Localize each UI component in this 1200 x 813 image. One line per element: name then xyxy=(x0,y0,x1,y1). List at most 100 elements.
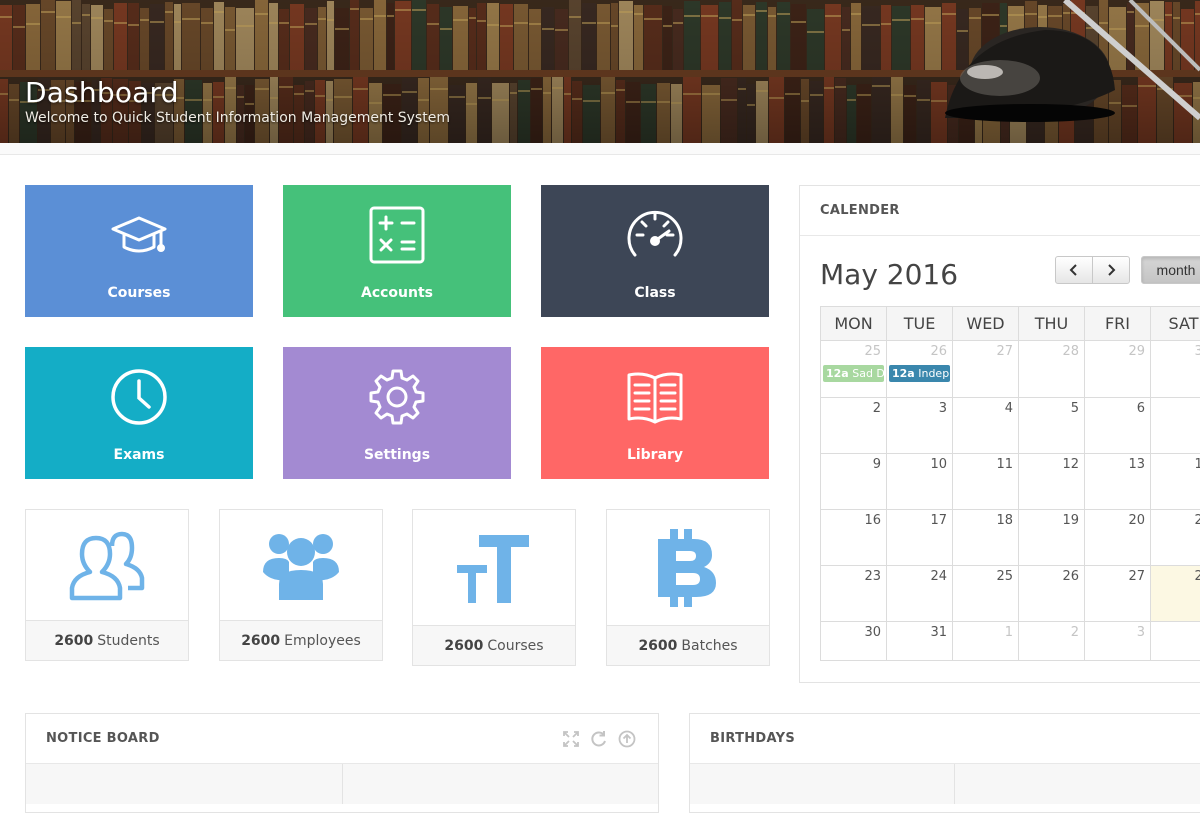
calendar-day[interactable]: 3 xyxy=(1085,622,1151,661)
weekday-header: FRI xyxy=(1085,307,1151,341)
calendar-day[interactable]: 25 xyxy=(953,566,1019,622)
batches-count: 2600 xyxy=(638,638,677,654)
employees-stat[interactable]: 2600 Employees xyxy=(219,509,383,661)
calendar-day[interactable]: 12 xyxy=(1019,454,1085,510)
clock-icon xyxy=(109,367,169,427)
exams-tile[interactable]: Exams xyxy=(25,347,253,479)
settings-tile[interactable]: Settings xyxy=(283,347,511,479)
panel-tools xyxy=(562,730,636,748)
calendar-day[interactable]: 24 xyxy=(887,566,953,622)
calendar-day[interactable]: 29 xyxy=(1085,341,1151,398)
birthdays-panel: BIRTHDAYS xyxy=(689,713,1200,813)
chevron-left-icon xyxy=(1068,263,1080,277)
calendar-day[interactable]: 11 xyxy=(953,454,1019,510)
calendar-day[interactable]: 1 xyxy=(953,622,1019,661)
courses-stat[interactable]: 2600 Courses xyxy=(412,509,576,666)
calendar-day[interactable]: 27 xyxy=(1085,566,1151,622)
header-banner: Dashboard Welcome to Quick Student Infor… xyxy=(0,0,1200,143)
courses-tile[interactable]: Courses xyxy=(25,185,253,317)
calendar-day[interactable]: 14 xyxy=(1151,454,1200,510)
weekday-header: SAT xyxy=(1151,307,1200,341)
settings-tile-label: Settings xyxy=(364,447,430,463)
group-icon xyxy=(261,526,341,604)
font-size-icon xyxy=(455,529,533,607)
calendar-day[interactable]: 26 xyxy=(1019,566,1085,622)
birthdays-title: BIRTHDAYS xyxy=(690,714,1200,764)
employees-label: Employees xyxy=(284,633,361,649)
courses-stat-footer: 2600 Courses xyxy=(413,625,575,665)
calendar-panel: CALENDER May 2016 month MON TUE WED THU … xyxy=(799,185,1200,683)
calendar-event[interactable]: 12a Sad D xyxy=(823,365,884,382)
batches-stat-footer: 2600 Batches xyxy=(607,625,769,665)
weekday-header: MON xyxy=(821,307,887,341)
birthdays-column xyxy=(690,764,955,804)
refresh-icon[interactable] xyxy=(590,730,608,748)
page-title: Dashboard xyxy=(25,76,179,109)
library-tile-label: Library xyxy=(627,447,683,463)
calendar-day[interactable]: 19 xyxy=(1019,510,1085,566)
calendar-event[interactable]: 12a Indep xyxy=(889,365,950,382)
calendar-month-title: May 2016 xyxy=(820,258,958,291)
calendar-month-view-button[interactable]: month xyxy=(1141,256,1200,284)
bitcoin-icon xyxy=(656,529,720,607)
class-tile[interactable]: Class xyxy=(541,185,769,317)
calculator-icon xyxy=(367,205,427,265)
employees-count: 2600 xyxy=(241,633,280,649)
students-label: Students xyxy=(97,633,159,649)
book-icon xyxy=(625,367,685,427)
batches-stat[interactable]: 2600 Batches xyxy=(606,509,770,666)
calendar-day[interactable]: 3 xyxy=(887,398,953,454)
calendar-day[interactable]: 4 xyxy=(953,398,1019,454)
calendar-day[interactable]: 16 xyxy=(821,510,887,566)
calendar-day[interactable]: 4 xyxy=(1151,622,1200,661)
notice-board-column xyxy=(343,764,659,804)
calendar-day[interactable]: 17 xyxy=(887,510,953,566)
calendar-day[interactable]: 30 xyxy=(821,622,887,661)
calendar-day[interactable]: 20 xyxy=(1085,510,1151,566)
notice-board-panel: NOTICE BOARD xyxy=(25,713,659,813)
class-tile-label: Class xyxy=(634,285,675,301)
courses-count: 2600 xyxy=(444,638,483,654)
calendar-day[interactable]: 2 xyxy=(821,398,887,454)
batches-label: Batches xyxy=(681,638,737,654)
calendar-day[interactable]: 5 xyxy=(1019,398,1085,454)
users-outline-icon xyxy=(68,526,146,604)
calendar-day[interactable]: 31 xyxy=(887,622,953,661)
calendar-prev-button[interactable] xyxy=(1055,256,1093,284)
calendar-day[interactable]: 10 xyxy=(887,454,953,510)
accounts-tile-label: Accounts xyxy=(361,285,433,301)
courses-label: Courses xyxy=(487,638,543,654)
weekday-header: WED xyxy=(953,307,1019,341)
calendar-next-button[interactable] xyxy=(1092,256,1130,284)
chevron-right-icon xyxy=(1105,263,1117,277)
expand-icon[interactable] xyxy=(562,730,580,748)
library-tile[interactable]: Library xyxy=(541,347,769,479)
students-stat-footer: 2600 Students xyxy=(26,620,188,660)
weekday-header: TUE xyxy=(887,307,953,341)
collapse-up-icon[interactable] xyxy=(618,730,636,748)
calendar-day[interactable]: 18 xyxy=(953,510,1019,566)
calendar-day[interactable]: 30 xyxy=(1151,341,1200,398)
calendar-day[interactable]: 9 xyxy=(821,454,887,510)
calendar-day[interactable]: 27 xyxy=(953,341,1019,398)
calendar-day[interactable]: 13 xyxy=(1085,454,1151,510)
notice-board-column xyxy=(26,764,343,804)
birthdays-column xyxy=(955,764,1200,804)
banner-divider xyxy=(0,143,1200,155)
employees-stat-footer: 2600 Employees xyxy=(220,620,382,660)
exams-tile-label: Exams xyxy=(114,447,165,463)
calendar-day[interactable]: 26 12a Indep xyxy=(887,341,953,398)
calendar-day[interactable]: 23 xyxy=(821,566,887,622)
accounts-tile[interactable]: Accounts xyxy=(283,185,511,317)
students-count: 2600 xyxy=(54,633,93,649)
calendar-day[interactable]: 21 xyxy=(1151,510,1200,566)
calendar-day[interactable]: 25 12a Sad D xyxy=(821,341,887,398)
birthdays-content xyxy=(690,764,1200,804)
calendar-day[interactable]: 6 xyxy=(1085,398,1151,454)
calendar-day[interactable]: 7 xyxy=(1151,398,1200,454)
graduation-cap-icon xyxy=(109,205,169,265)
calendar-day[interactable]: 28 xyxy=(1019,341,1085,398)
calendar-day[interactable]: 2 xyxy=(1019,622,1085,661)
students-stat[interactable]: 2600 Students xyxy=(25,509,189,661)
calendar-day-today[interactable]: 28 xyxy=(1151,566,1200,622)
